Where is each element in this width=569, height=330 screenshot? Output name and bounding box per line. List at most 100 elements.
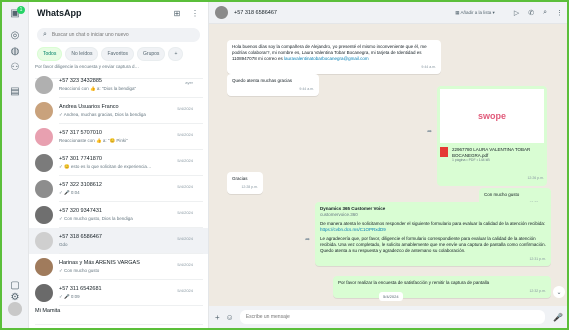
conversation-header: +57 318 6586467 ▦ Añadir a la lista ▾ ▷ … xyxy=(209,2,567,24)
chat-last-message: Por favor diligencie la encuesta y envia… xyxy=(35,64,140,69)
emoji-icon[interactable]: ☺ xyxy=(226,313,234,322)
new-chat-icon[interactable]: ⊞ xyxy=(172,8,182,18)
chat-time: 5/4/2024 xyxy=(177,132,193,137)
chat-row-text: Harinas y Más ARENIS VARGAS ✓ Con mucho g… xyxy=(59,254,203,280)
search-icon[interactable]: ⌕ xyxy=(543,9,547,17)
document-meta: 1 página • PDF • 144 kB xyxy=(452,158,490,162)
chat-avatar xyxy=(35,102,53,120)
chat-last-message: Reaccionaste con 👍 a: "😊 Pinki" xyxy=(59,137,128,143)
chat-time: 5/4/2024 xyxy=(177,262,193,267)
chat-row[interactable]: Por favor diligencie la encuesta y envia… xyxy=(29,60,208,79)
chat-avatar xyxy=(35,258,53,276)
mic-icon[interactable]: 🎤 xyxy=(553,313,563,322)
pdf-icon xyxy=(440,147,448,157)
chat-row[interactable]: Andrea Usuarios Franco ✓ Andrea, muchas g… xyxy=(29,98,208,124)
chat-row[interactable]: Mi Mamita xyxy=(29,306,208,325)
message-time: 9:44 a.m. xyxy=(299,87,314,91)
status-icon[interactable]: ◎ xyxy=(8,28,22,42)
whatsapp-window: ▣ 1 ◎ ◍ ⚇ ▤ ▢ ⚙ WhatsApp ⊞ ⋮ ⌕ Todos No … xyxy=(0,0,569,330)
nav-rail: ▣ 1 ◎ ◍ ⚇ ▤ ▢ ⚙ xyxy=(2,2,29,328)
forward-icon[interactable]: ➦ xyxy=(427,128,432,135)
message-incoming[interactable]: Gracias 12:28 p.m. xyxy=(227,172,263,194)
message-incoming[interactable]: Hola buenos días soy la compañera de Ale… xyxy=(227,40,441,74)
chat-last-message: ✓ 🎤 0:04 xyxy=(59,189,80,195)
message-text: Le agradecería que, por favor, diligenci… xyxy=(320,236,546,253)
chat-avatar xyxy=(35,206,53,224)
contact-name[interactable]: +57 318 6586467 xyxy=(234,10,455,16)
chat-row[interactable]: +57 318 6586467 Gdo 5/4/2024 xyxy=(29,228,208,254)
chat-row-text: Andrea Usuarios Franco ✓ Andrea, muchas g… xyxy=(59,98,203,124)
message-text: Con mucho gusto xyxy=(484,192,520,197)
chat-rows: Por favor diligencie la encuesta y envia… xyxy=(29,60,208,325)
chat-menu-icon[interactable]: ⋮ xyxy=(556,9,563,17)
message-input-box[interactable] xyxy=(239,310,546,324)
message-link[interactable]: https://cvbn.dcs.ms/C1OPRxdD9 xyxy=(320,227,386,232)
profile-avatar[interactable] xyxy=(8,302,22,316)
chat-time: ayer xyxy=(185,80,193,85)
voice-call-icon[interactable]: ✆ xyxy=(528,9,534,17)
search-box[interactable]: ⌕ xyxy=(37,28,200,42)
message-input[interactable] xyxy=(245,314,540,320)
contact-avatar[interactable] xyxy=(215,6,228,19)
conversation-panel: +57 318 6586467 ▦ Añadir a la lista ▾ ▷ … xyxy=(209,2,567,328)
chat-list-panel: WhatsApp ⊞ ⋮ ⌕ Todos No leídos Favoritos… xyxy=(29,2,209,328)
chat-name: Mi Mamita xyxy=(35,307,61,314)
kebab-menu-icon[interactable]: ⋮ xyxy=(190,8,200,18)
chat-avatar xyxy=(35,76,53,94)
chat-last-message: ✓ Con mucho gusto, Dios la bendiga xyxy=(59,215,133,221)
forward-icon[interactable]: ➦ xyxy=(305,236,310,243)
message-outgoing[interactable]: Dynamics 365 Customer Voice customervoic… xyxy=(315,202,551,266)
list-header: WhatsApp ⊞ ⋮ xyxy=(29,2,208,24)
unread-badge: 1 xyxy=(17,6,25,14)
chat-row-text: +57 301 7741870 ✓ 😊 esto es lo que solici… xyxy=(59,150,203,176)
archived-icon[interactable]: ▤ xyxy=(8,84,22,98)
chat-row[interactable]: +57 320 9347431 ✓ Con mucho gusto, Dios l… xyxy=(29,202,208,228)
chat-row-text: +57 323 3432885 Reaccionó con 👍 a: "Dios … xyxy=(59,72,203,98)
search-icon: ⌕ xyxy=(43,31,47,38)
date-chip: 5/4/2024 xyxy=(379,292,403,301)
chat-last-message: Reaccionó con 👍 a: "Dios la bendiga" xyxy=(59,85,137,91)
chat-avatar xyxy=(35,128,53,146)
chat-avatar xyxy=(35,232,53,250)
chat-row[interactable]: +57 323 3432885 Reaccionó con 👍 a: "Dios … xyxy=(29,72,208,98)
message-time: 9:44 a.m. xyxy=(421,65,436,69)
attach-icon[interactable]: + xyxy=(215,313,220,322)
message-outgoing[interactable]: Por favor realizar la encuesta de satisf… xyxy=(333,276,551,298)
chat-row-text: +57 318 6586467 Gdo xyxy=(59,228,203,254)
message-link[interactable]: lauravalentinatobarbocanegra@gmail.com xyxy=(284,56,369,61)
messages-area: Hola buenos días soy la compañera de Ale… xyxy=(209,24,567,306)
chat-row[interactable]: +57 301 7741870 ✓ 😊 esto es lo que solici… xyxy=(29,150,208,176)
chat-time: 5/4/2024 xyxy=(177,158,193,163)
chat-avatar xyxy=(35,180,53,198)
message-text: De manera atenta le solicitamos responde… xyxy=(320,221,546,226)
chat-row[interactable]: +57 317 5707010 Reaccionaste con 👍 a: "😊 … xyxy=(29,124,208,150)
chat-last-message: ✓ Andrea, muchas gracias, Dios la bendig… xyxy=(59,111,146,117)
scroll-down-icon[interactable]: ⌄ xyxy=(553,286,565,298)
chat-row[interactable]: Harinas y Más ARENIS VARGAS ✓ Con mucho g… xyxy=(29,254,208,280)
message-time: 12:26 p.m. xyxy=(527,176,544,180)
document-preview-brand: swope xyxy=(477,111,506,121)
chat-row[interactable]: +57 322 3108612 ✓ 🎤 0:04 5/4/2024 xyxy=(29,176,208,202)
add-to-list-button[interactable]: ▦ Añadir a la lista ▾ xyxy=(455,10,495,16)
document-name: 22967780 LAURA VALENTINA TOBAR BOCANEGRA… xyxy=(452,147,531,158)
chat-time: 5/4/2024 xyxy=(177,210,193,215)
chat-row-text: Mi Mamita xyxy=(35,299,203,325)
chat-last-message: Gdo xyxy=(59,242,68,247)
chat-time: 5/4/2024 xyxy=(177,184,193,189)
document-message[interactable]: swope 22967780 LAURA VALENTINA TOBAR BOC… xyxy=(437,86,547,186)
chat-row-text: +57 317 5707010 Reaccionaste con 👍 a: "😊 … xyxy=(59,124,203,150)
document-info: 22967780 LAURA VALENTINA TOBAR BOCANEGRA… xyxy=(440,147,544,162)
document-preview: swope xyxy=(440,89,544,143)
video-call-icon[interactable]: ▷ xyxy=(514,9,519,17)
communities-icon[interactable]: ⚇ xyxy=(8,60,22,74)
link-preview-domain: customervoice.360 xyxy=(320,212,358,217)
message-time: 12:31 p.m. xyxy=(529,257,546,261)
chat-name: +57 323 3432885 xyxy=(59,77,102,84)
chat-avatar xyxy=(35,154,53,172)
search-input[interactable] xyxy=(51,32,182,38)
chat-time: 5/4/2024 xyxy=(177,288,193,293)
composer: + ☺ 🎤 xyxy=(209,306,567,328)
message-incoming[interactable]: Quedo atenta muchas gracias 9:44 a.m. xyxy=(227,74,319,96)
add-to-list-label: Añadir a la lista xyxy=(460,9,492,15)
channels-icon[interactable]: ◍ xyxy=(8,44,22,58)
